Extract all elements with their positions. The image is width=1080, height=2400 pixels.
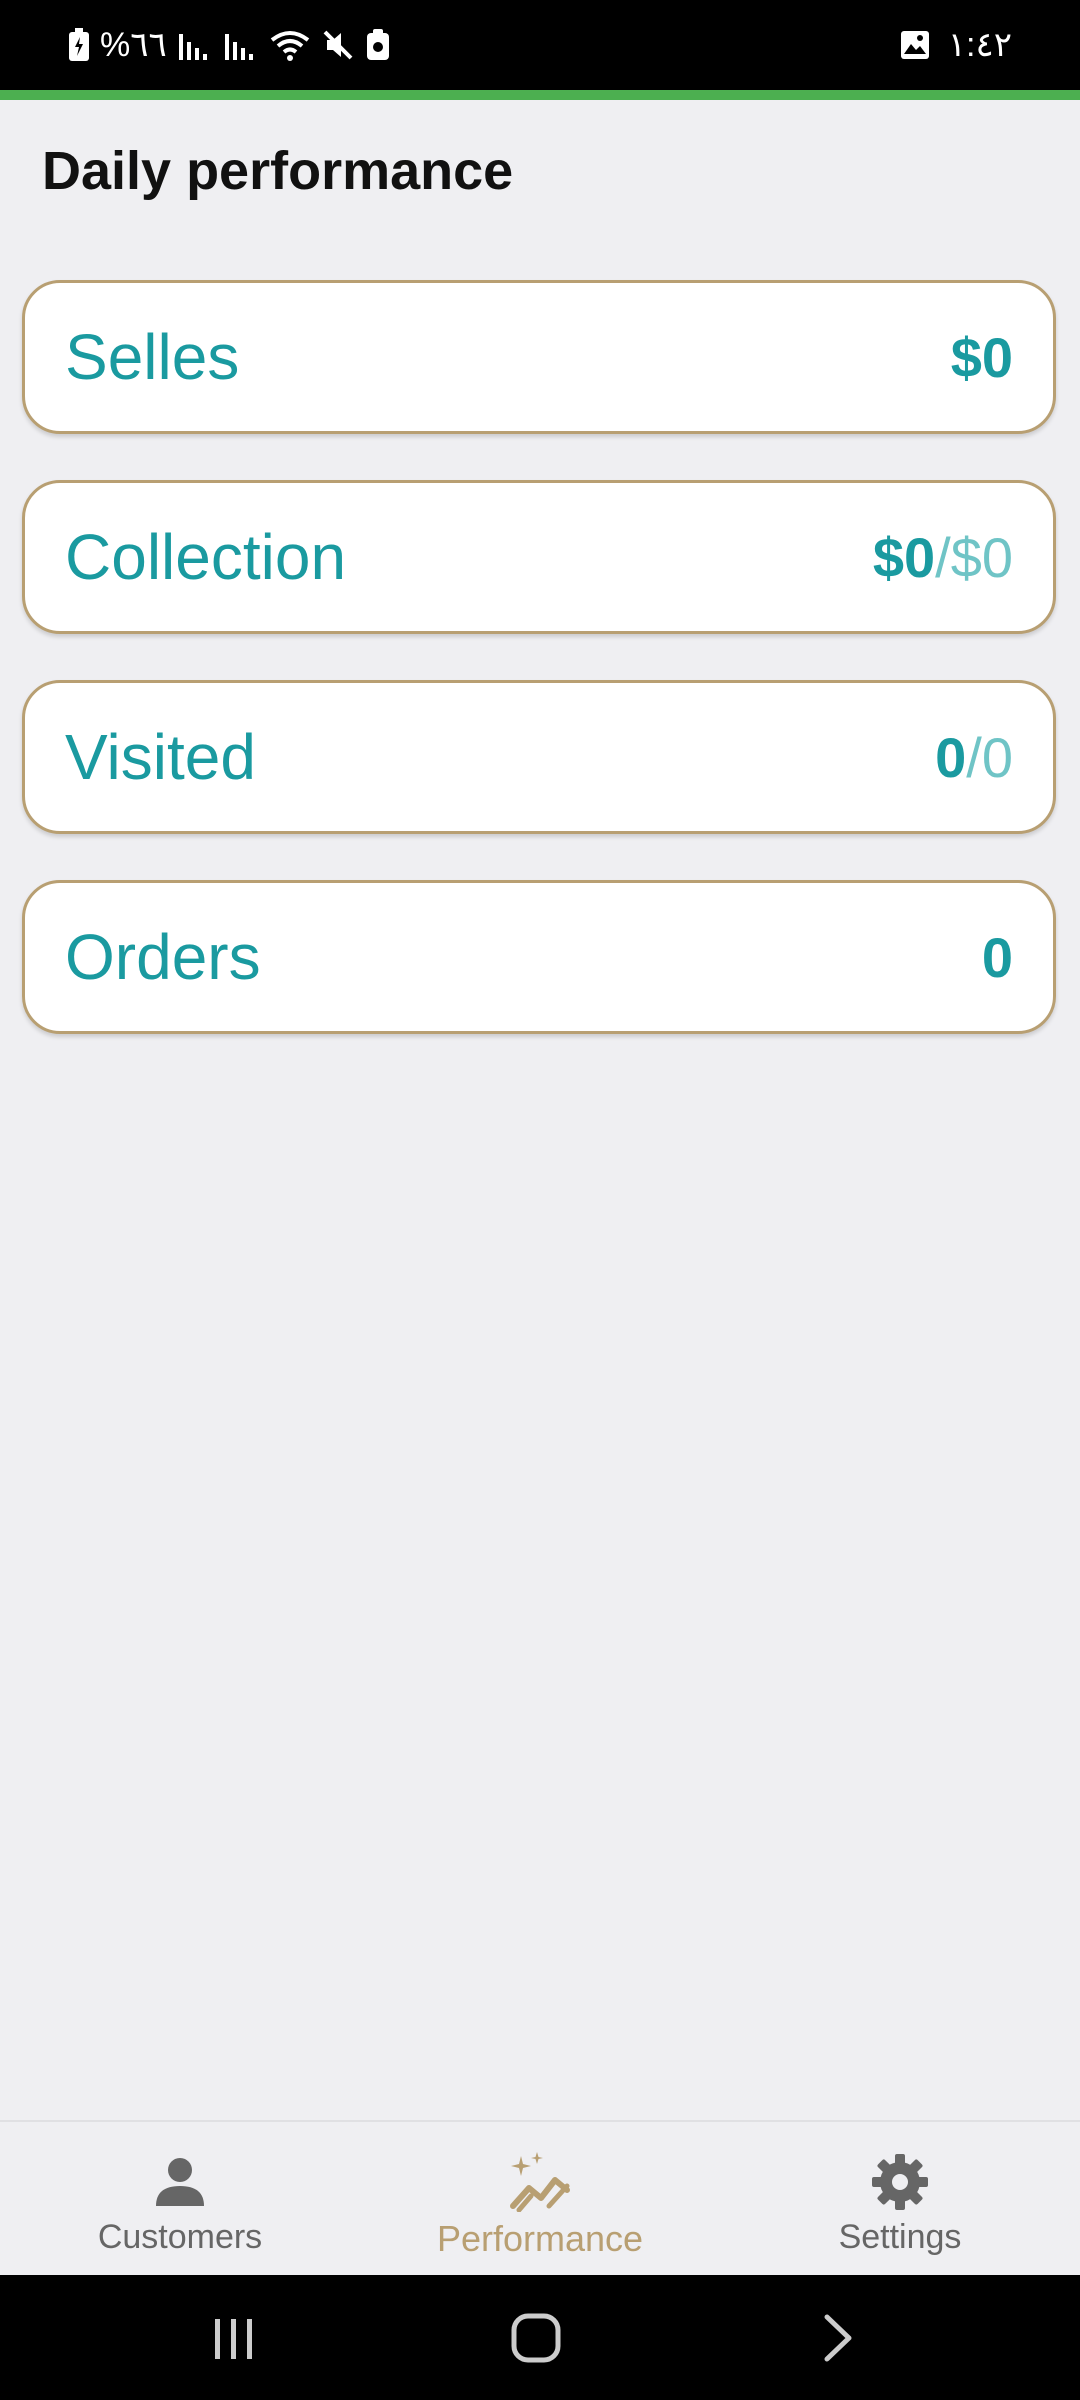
nav-label: Settings bbox=[838, 2218, 962, 2256]
gear-icon bbox=[870, 2152, 930, 2212]
person-icon bbox=[150, 2152, 210, 2212]
card-value: 0/0 bbox=[935, 725, 1013, 790]
card-value-target: 0 bbox=[981, 725, 1013, 789]
battery-percent: %٦٦ bbox=[100, 26, 167, 64]
image-icon bbox=[900, 30, 930, 60]
card-collection[interactable]: Collection $0/$0 bbox=[22, 480, 1056, 634]
nav-item-customers[interactable]: Customers bbox=[0, 2122, 360, 2277]
card-value-main: 0 bbox=[935, 725, 967, 789]
page-title: Daily performance bbox=[42, 141, 514, 201]
card-label: Visited bbox=[65, 721, 256, 793]
nav-item-performance[interactable]: Performance bbox=[360, 2122, 720, 2277]
card-value-separator: / bbox=[935, 525, 951, 589]
card-label: Orders bbox=[65, 921, 261, 993]
card-value: $0 bbox=[951, 325, 1013, 390]
clock: ١:٤٢ bbox=[947, 26, 1012, 64]
card-value-main: 0 bbox=[981, 925, 1013, 989]
signal-icon-2 bbox=[223, 28, 259, 62]
card-orders[interactable]: Orders 0 bbox=[22, 880, 1056, 1034]
nav-label: Customers bbox=[97, 2218, 263, 2256]
nav-label: Performance bbox=[436, 2218, 644, 2259]
mute-icon bbox=[321, 28, 355, 62]
recents-button[interactable] bbox=[164, 2275, 304, 2400]
back-button[interactable] bbox=[768, 2275, 908, 2400]
card-value-separator: / bbox=[966, 725, 982, 789]
card-value-main: $0 bbox=[950, 325, 1013, 389]
card-selles[interactable]: Selles $0 bbox=[22, 280, 1056, 434]
card-label: Selles bbox=[65, 321, 240, 393]
clipboard-icon bbox=[365, 28, 391, 62]
bottom-nav: Customers Performance Settings bbox=[0, 2120, 1080, 2277]
accent-bar bbox=[0, 90, 1080, 100]
status-left: %٦٦ bbox=[68, 0, 391, 90]
card-value-target: $0 bbox=[950, 525, 1013, 589]
status-bar: %٦٦ ١:٤٢ bbox=[0, 0, 1080, 90]
card-value: $0/$0 bbox=[873, 525, 1013, 590]
signal-icon bbox=[177, 28, 213, 62]
card-value: 0 bbox=[982, 925, 1013, 990]
card-visited[interactable]: Visited 0/0 bbox=[22, 680, 1056, 834]
battery-icon bbox=[68, 28, 90, 62]
home-button[interactable] bbox=[466, 2275, 606, 2400]
nav-item-settings[interactable]: Settings bbox=[720, 2122, 1080, 2277]
system-nav-bar bbox=[0, 2275, 1080, 2400]
card-value-main: $0 bbox=[872, 525, 936, 589]
sparkle-chart-icon bbox=[505, 2152, 575, 2213]
status-right: ١:٤٢ bbox=[900, 0, 1012, 90]
wifi-icon bbox=[269, 28, 311, 62]
card-label: Collection bbox=[65, 521, 347, 593]
